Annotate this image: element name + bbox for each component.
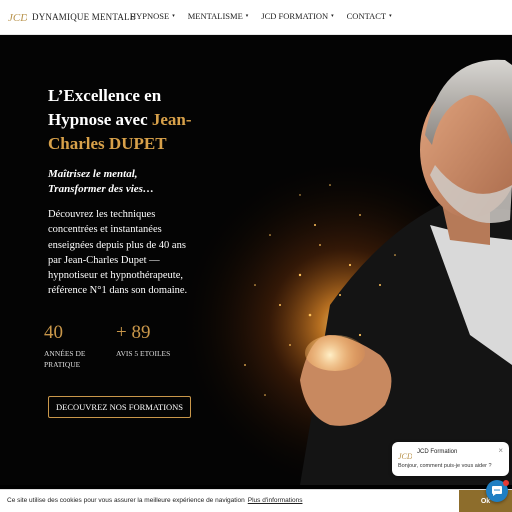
tagline-line-1: Maîtrisez le mental,	[48, 168, 138, 180]
cookie-message: Ce site utilise des cookies pour vous as…	[7, 497, 245, 504]
chevron-down-icon: ▾	[245, 14, 249, 19]
svg-text:JCD: JCD	[398, 452, 412, 461]
main-menu: HYPNOSE ▾ MENTALISME ▾ JCD FORMATION ▾ C…	[130, 11, 405, 21]
cookie-more-info-link[interactable]: Plus d'informations	[248, 497, 303, 504]
nav-item-hypnose[interactable]: HYPNOSE ▾	[130, 11, 175, 21]
nav-item-label: CONTACT	[346, 11, 387, 21]
notification-badge	[503, 480, 509, 486]
nav-item-jcd-formation[interactable]: JCD FORMATION ▾	[261, 11, 333, 21]
top-navigation: JCD DYNAMIQUE MENTALE HYPNOSE ▾ MENTALIS…	[0, 0, 512, 35]
jcd-logo-icon: JCD	[8, 10, 27, 24]
stat-reviews: + 89 AVIS 5 ETOILES	[116, 322, 196, 359]
nav-item-contact[interactable]: CONTACT ▾	[347, 11, 392, 21]
headline-text: L’Excellence en Hypnose avec	[48, 86, 162, 129]
cookie-text: Ce site utilise des cookies pour vous as…	[7, 497, 302, 504]
chat-title: JCD Formation	[417, 449, 458, 455]
hero-section: L’Excellence en Hypnose avec Jean-Charle…	[0, 35, 512, 485]
chat-bubble-icon	[492, 486, 502, 496]
stat-label: ANNÉES DE PRATIQUE	[44, 349, 86, 369]
chevron-down-icon: ▾	[172, 14, 175, 19]
stat-years: 40 ANNÉES DE PRATIQUE	[44, 322, 114, 370]
hero-headline: L’Excellence en Hypnose avec Jean-Charle…	[48, 84, 208, 156]
nav-item-mentalisme[interactable]: MENTALISME ▾	[188, 11, 249, 21]
close-icon[interactable]: ×	[498, 446, 503, 455]
nav-item-label: MENTALISME	[187, 11, 243, 21]
svg-text:JCD: JCD	[8, 12, 27, 24]
cookie-banner: Ce site utilise des cookies pour vous as…	[0, 489, 512, 512]
nav-item-label: JCD FORMATION	[261, 11, 329, 21]
nav-item-label: HYPNOSE	[130, 11, 170, 21]
brand-name: DYNAMIQUE MENTALE	[32, 12, 136, 22]
chevron-down-icon: ▾	[389, 14, 392, 19]
hero-tagline: Maîtrisez le mental, Transformer des vie…	[48, 167, 198, 197]
brand-logo[interactable]: JCD DYNAMIQUE MENTALE	[8, 10, 135, 24]
hero-description: Découvrez les techniques concentrées et …	[48, 209, 188, 297]
chat-message: Bonjour, comment puis-je vous aider ?	[398, 463, 492, 469]
chevron-down-icon: ▾	[331, 14, 334, 19]
stat-value: + 89	[116, 322, 151, 343]
stat-label: AVIS 5 ETOILES	[116, 349, 171, 358]
tagline-line-2: Transformer des vies…	[48, 183, 154, 195]
jcd-logo-icon: JCD	[398, 448, 413, 461]
stat-value: 40	[44, 322, 63, 343]
discover-formations-button[interactable]: DECOUVREZ NOS FORMATIONS	[48, 396, 192, 418]
chat-popup[interactable]: JCD JCD Formation × Bonjour, comment pui…	[392, 442, 509, 476]
